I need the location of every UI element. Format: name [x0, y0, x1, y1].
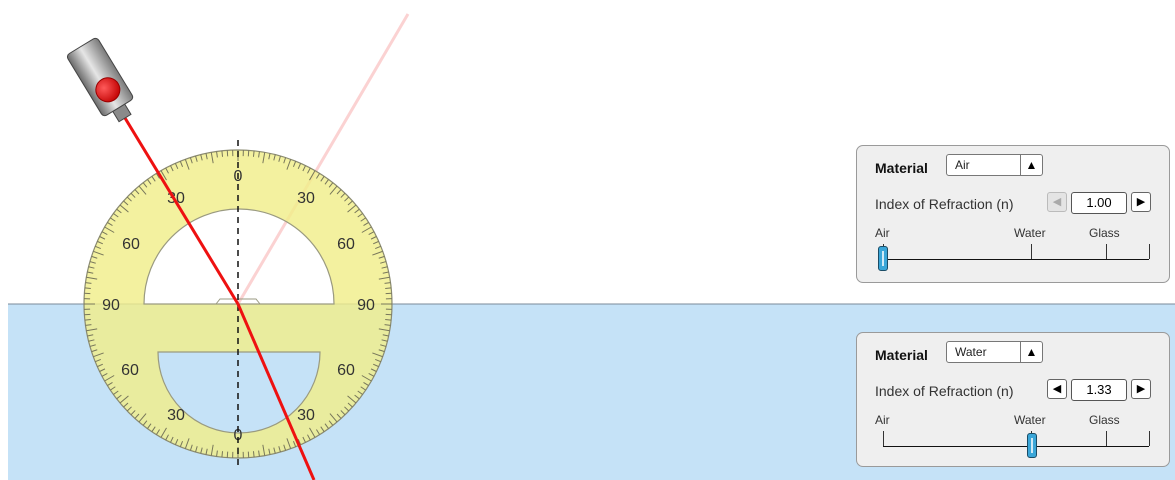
top-material-value: Air	[955, 158, 970, 172]
top-slider-label-air: Air	[875, 226, 890, 240]
protractor-label-bottom-left-30: 30	[167, 407, 185, 424]
bottom-slider-label-glass: Glass	[1089, 413, 1120, 427]
bottom-slider-tick-end	[1149, 431, 1150, 446]
top-ior-increment-button[interactable]: ▶	[1131, 192, 1151, 212]
bottom-ior-value: 1.33	[1071, 379, 1127, 401]
top-ior-slider-thumb[interactable]	[878, 246, 888, 271]
protractor-tick	[385, 287, 392, 290]
bottom-medium-control-panel: Material Water ▲ Index of Refraction (n)…	[856, 332, 1170, 467]
protractor-label-bottom-left-60: 60	[121, 362, 139, 379]
top-medium-control-panel: Material Air ▲ Index of Refraction (n) ◀…	[856, 145, 1170, 283]
top-slider-label-water: Water	[1014, 226, 1046, 240]
top-material-select[interactable]: Air ▲	[946, 154, 1043, 176]
bottom-material-label: Material	[875, 347, 928, 363]
bottom-material-select[interactable]: Water ▲	[946, 341, 1043, 363]
top-slider-tick-end	[1149, 244, 1150, 259]
bottom-slider-tick-glass	[1106, 431, 1107, 446]
protractor-label-right-90: 90	[357, 297, 375, 314]
bottom-ior-slider-track[interactable]	[883, 446, 1149, 447]
top-slider-tick-water	[1031, 244, 1032, 259]
protractor-tick	[385, 318, 392, 321]
top-ior-decrement-button[interactable]: ◀	[1047, 192, 1067, 212]
bottom-material-value: Water	[955, 345, 987, 359]
top-slider-tick-glass	[1106, 244, 1107, 259]
protractor-label-left-90: 90	[102, 297, 120, 314]
protractor-tick	[221, 451, 224, 458]
protractor-label-top-left-60: 60	[122, 236, 140, 253]
protractor-label-bottom-right-60: 60	[337, 362, 355, 379]
bottom-ior-slider-thumb[interactable]	[1027, 433, 1037, 458]
protractor-tick	[221, 150, 224, 157]
protractor-tick	[84, 287, 91, 290]
bottom-slider-label-air: Air	[875, 413, 890, 427]
laser-pointer[interactable]	[66, 37, 140, 127]
protractor-tick	[252, 150, 255, 157]
bottom-material-dropdown-arrow-icon[interactable]: ▲	[1020, 342, 1042, 362]
bottom-slider-label-water: Water	[1014, 413, 1046, 427]
top-slider-label-glass: Glass	[1089, 226, 1120, 240]
top-material-label: Material	[875, 160, 928, 176]
top-ior-value: 1.00	[1071, 192, 1127, 214]
top-material-dropdown-arrow-icon[interactable]: ▲	[1020, 155, 1042, 175]
protractor-tick	[84, 318, 91, 321]
protractor-label-bottom-right-30: 30	[297, 407, 315, 424]
bottom-ior-label: Index of Refraction (n)	[875, 383, 1014, 399]
protractor-label-top-right-60: 60	[337, 236, 355, 253]
bottom-slider-tick-air	[883, 431, 884, 446]
protractor-label-top-right-30: 30	[297, 190, 315, 207]
top-ior-slider-track[interactable]	[883, 259, 1149, 260]
protractor-tick	[252, 451, 255, 458]
bottom-ior-increment-button[interactable]: ▶	[1131, 379, 1151, 399]
top-ior-label: Index of Refraction (n)	[875, 196, 1014, 212]
bottom-ior-decrement-button[interactable]: ◀	[1047, 379, 1067, 399]
